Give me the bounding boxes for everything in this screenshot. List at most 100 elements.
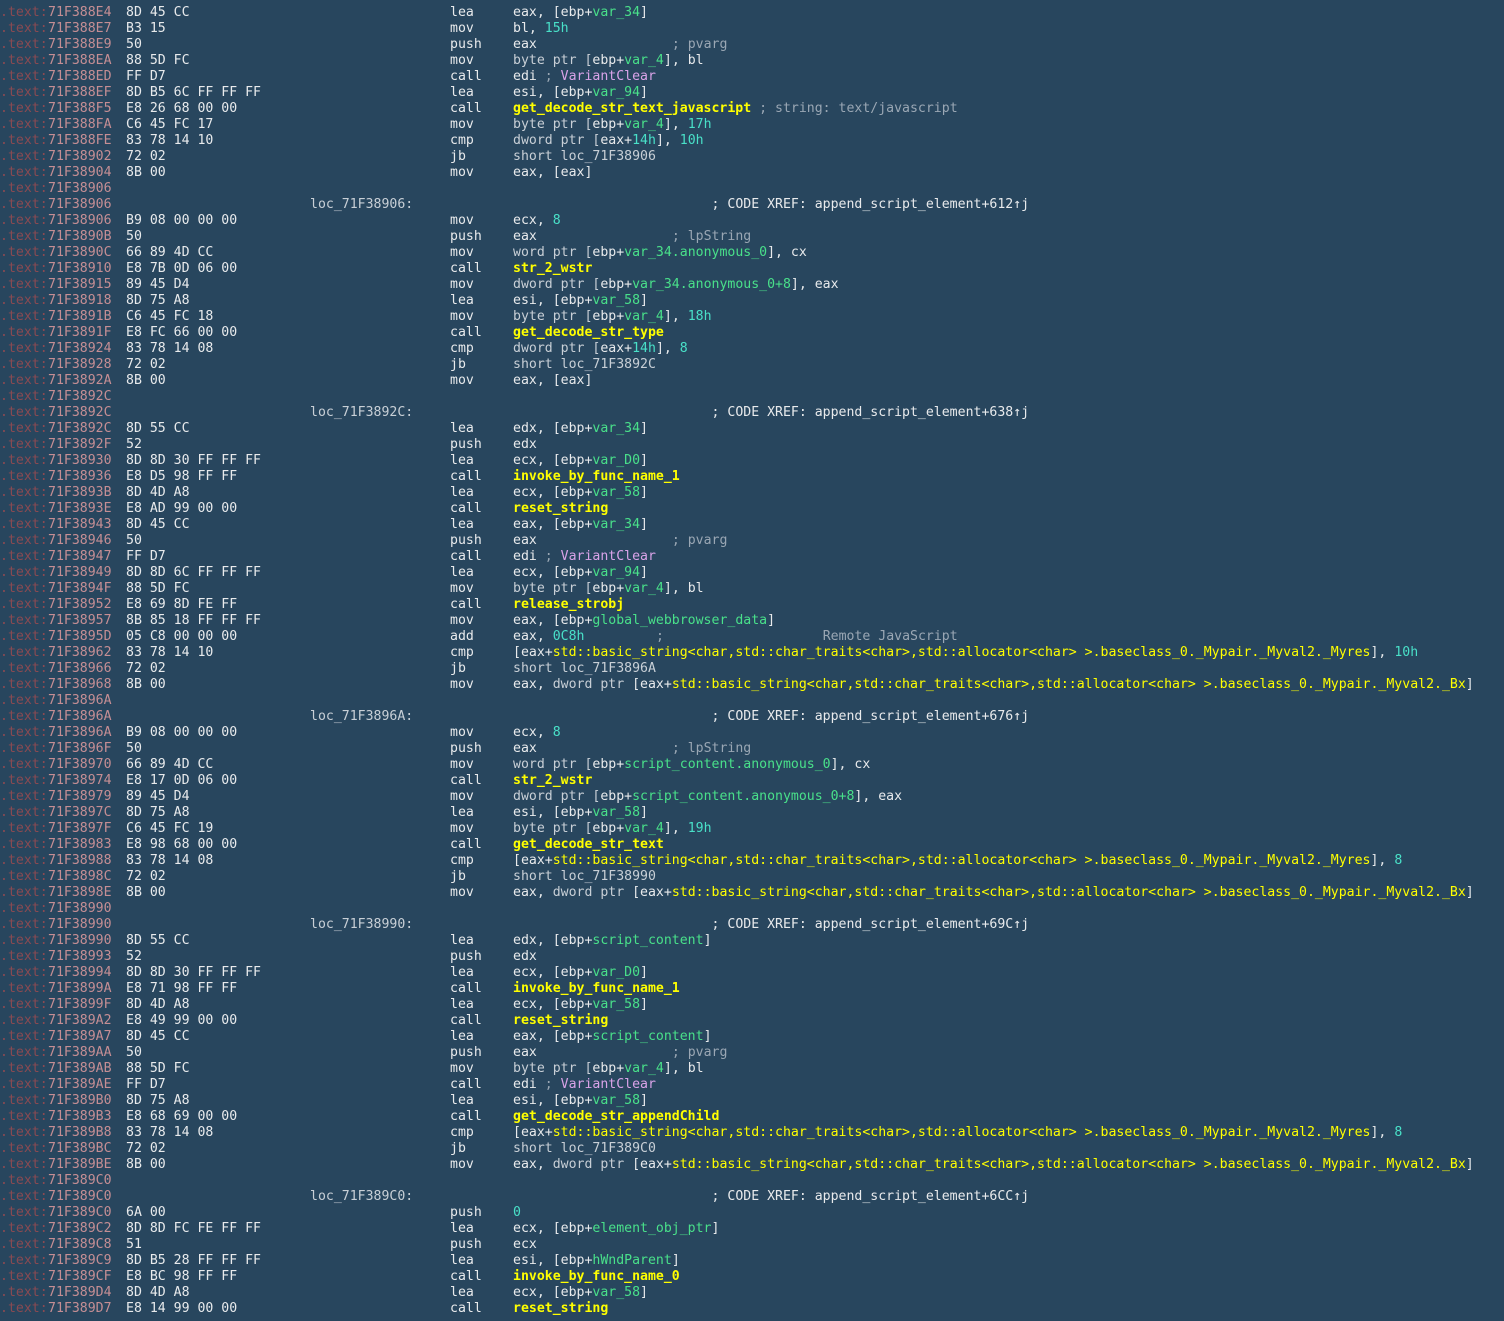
xref-comment[interactable]: ; CODE XREF: append_script_element+612↑j xyxy=(712,197,1030,212)
stack-variable[interactable]: script_content.anonymous_0 xyxy=(624,757,830,772)
address[interactable]: 71F38910 xyxy=(48,261,126,277)
disasm-line[interactable]: .text:71F389C06A 00push0 xyxy=(0,1205,1504,1221)
code-label[interactable]: loc_71F3896A: xyxy=(310,709,450,725)
function-reference[interactable]: release_strobj xyxy=(513,597,624,612)
disasm-line[interactable]: .text:71F3899F8D 4D A8leaecx, [ebp+var_5… xyxy=(0,997,1504,1013)
stack-variable[interactable]: element_obj_ptr xyxy=(592,1221,711,1236)
struct-field-reference[interactable]: std::basic_string<char,std::char_traits<… xyxy=(672,1157,1466,1172)
address[interactable]: 71F3891F xyxy=(48,325,126,341)
disasm-line[interactable]: .text:71F389908D 55 CCleaedx, [ebp+scrip… xyxy=(0,933,1504,949)
address[interactable]: 71F38970 xyxy=(48,757,126,773)
disasm-line[interactable]: .text:71F389048B 00moveax, [eax] xyxy=(0,165,1504,181)
address[interactable]: 71F3897F xyxy=(48,821,126,837)
stack-variable[interactable]: var_D0 xyxy=(592,965,640,980)
disasm-line[interactable]: .text:71F3898883 78 14 08cmp[eax+std::ba… xyxy=(0,853,1504,869)
disasm-line[interactable]: .text:71F3896283 78 14 10cmp[eax+std::ba… xyxy=(0,645,1504,661)
disasm-line[interactable]: .text:71F3892Cloc_71F3892C: ; CODE XREF:… xyxy=(0,405,1504,421)
disasm-line[interactable]: .text:71F3890B50pusheax ; lpString xyxy=(0,229,1504,245)
struct-field-reference[interactable]: std::basic_string<char,std::char_traits<… xyxy=(553,853,1371,868)
stack-variable[interactable]: var_34 xyxy=(592,517,640,532)
address[interactable]: 71F389C0 xyxy=(48,1173,126,1189)
stack-variable[interactable]: var_58 xyxy=(592,805,640,820)
stack-variable[interactable]: var_58 xyxy=(592,1093,640,1108)
address[interactable]: 71F3896A xyxy=(48,709,126,725)
function-reference[interactable]: get_decode_str_text_javascript xyxy=(513,101,751,116)
disasm-line[interactable]: .text:71F38974E8 17 0D 06 00callstr_2_ws… xyxy=(0,773,1504,789)
address[interactable]: 71F38906 xyxy=(48,181,126,197)
address[interactable]: 71F389C9 xyxy=(48,1253,126,1269)
disassembly-view[interactable]: .text:71F388E48D 45 CCleaeax, [ebp+var_3… xyxy=(0,0,1504,1321)
disasm-line[interactable]: .text:71F388FE83 78 14 10cmpdword ptr [e… xyxy=(0,133,1504,149)
function-reference[interactable]: str_2_wstr xyxy=(513,261,592,276)
disasm-line[interactable]: .text:71F3891589 45 D4movdword ptr [ebp+… xyxy=(0,277,1504,293)
struct-field-reference[interactable]: std::basic_string<char,std::char_traits<… xyxy=(672,885,1466,900)
address[interactable]: 71F38994 xyxy=(48,965,126,981)
function-reference[interactable]: invoke_by_func_name_1 xyxy=(513,469,680,484)
disasm-line[interactable]: .text:71F3892C xyxy=(0,389,1504,405)
address[interactable]: 71F38928 xyxy=(48,357,126,373)
disasm-line[interactable]: .text:71F3899AE8 71 98 FF FFcallinvoke_b… xyxy=(0,981,1504,997)
address[interactable]: 71F389BC xyxy=(48,1141,126,1157)
function-reference[interactable]: reset_string xyxy=(513,501,608,516)
disasm-line[interactable]: .text:71F3891FE8 FC 66 00 00callget_deco… xyxy=(0,325,1504,341)
function-reference[interactable]: str_2_wstr xyxy=(513,773,592,788)
address[interactable]: 71F389B3 xyxy=(48,1109,126,1125)
disasm-line[interactable]: .text:71F38990loc_71F38990: ; CODE XREF:… xyxy=(0,917,1504,933)
stack-variable[interactable]: var_4 xyxy=(624,1061,664,1076)
address[interactable]: 71F38936 xyxy=(48,469,126,485)
address[interactable]: 71F388E9 xyxy=(48,37,126,53)
xref-comment[interactable]: ; CODE XREF: append_script_element+6CC↑j xyxy=(712,1189,1030,1204)
stack-variable[interactable]: var_4 xyxy=(624,53,664,68)
xref-comment[interactable]: ; CODE XREF: append_script_element+638↑j xyxy=(712,405,1030,420)
disasm-line[interactable]: .text:71F389C0loc_71F389C0: ; CODE XREF:… xyxy=(0,1189,1504,1205)
address[interactable]: 71F3896F xyxy=(48,741,126,757)
address[interactable]: 71F38966 xyxy=(48,661,126,677)
disasm-line[interactable]: .text:71F389498D 8D 6C FF FF FFleaecx, [… xyxy=(0,565,1504,581)
stack-variable[interactable]: var_94 xyxy=(592,565,640,580)
disasm-line[interactable]: .text:71F3897C8D 75 A8leaesi, [ebp+var_5… xyxy=(0,805,1504,821)
disasm-line[interactable]: .text:71F389AEFF D7calledi ; VariantClea… xyxy=(0,1077,1504,1093)
disasm-line[interactable]: .text:71F3898C72 02jbshort loc_71F38990 xyxy=(0,869,1504,885)
disasm-line[interactable]: .text:71F3896672 02jbshort loc_71F3896A xyxy=(0,661,1504,677)
disasm-line[interactable]: .text:71F389A2E8 49 99 00 00callreset_st… xyxy=(0,1013,1504,1029)
disasm-line[interactable]: .text:71F38906B9 08 00 00 00movecx, 8 xyxy=(0,213,1504,229)
stack-variable[interactable]: var_34.anonymous_0 xyxy=(624,245,767,260)
address[interactable]: 71F38990 xyxy=(48,917,126,933)
xref-comment[interactable]: ; CODE XREF: append_script_element+676↑j xyxy=(712,709,1030,724)
address[interactable]: 71F38968 xyxy=(48,677,126,693)
disasm-line[interactable]: .text:71F389578B 85 18 FF FF FFmoveax, [… xyxy=(0,613,1504,629)
stack-variable[interactable]: var_58 xyxy=(592,1285,640,1300)
disasm-line[interactable]: .text:71F38936E8 D5 98 FF FFcallinvoke_b… xyxy=(0,469,1504,485)
disasm-line[interactable]: .text:71F38906loc_71F38906: ; CODE XREF:… xyxy=(0,197,1504,213)
disasm-line[interactable]: .text:71F389B883 78 14 08cmp[eax+std::ba… xyxy=(0,1125,1504,1141)
function-reference[interactable]: invoke_by_func_name_1 xyxy=(513,981,680,996)
disasm-line[interactable]: .text:71F388E48D 45 CCleaeax, [ebp+var_3… xyxy=(0,5,1504,21)
address[interactable]: 71F389B0 xyxy=(48,1093,126,1109)
address[interactable]: 71F38990 xyxy=(48,933,126,949)
disasm-line[interactable]: .text:71F3890C66 89 4D CCmovword ptr [eb… xyxy=(0,245,1504,261)
stack-variable[interactable]: hWndParent xyxy=(592,1253,671,1268)
address[interactable]: 71F38988 xyxy=(48,853,126,869)
disasm-line[interactable]: .text:71F389B3E8 68 69 00 00callget_deco… xyxy=(0,1109,1504,1125)
address[interactable]: 71F38947 xyxy=(48,549,126,565)
address[interactable]: 71F3895D xyxy=(48,629,126,645)
disasm-line[interactable]: .text:71F389BE8B 00moveax, dword ptr [ea… xyxy=(0,1157,1504,1173)
disasm-line[interactable]: .text:71F3893EE8 AD 99 00 00callreset_st… xyxy=(0,501,1504,517)
disasm-line[interactable]: .text:71F3898E8B 00moveax, dword ptr [ea… xyxy=(0,885,1504,901)
stack-variable[interactable]: var_34.anonymous_0+8 xyxy=(632,277,791,292)
address[interactable]: 71F38993 xyxy=(48,949,126,965)
address[interactable]: 71F38924 xyxy=(48,341,126,357)
address[interactable]: 71F38918 xyxy=(48,293,126,309)
address[interactable]: 71F3897C xyxy=(48,805,126,821)
address[interactable]: 71F3896A xyxy=(48,693,126,709)
address[interactable]: 71F38906 xyxy=(48,213,126,229)
disasm-line[interactable]: .text:71F389948D 8D 30 FF FF FFleaecx, [… xyxy=(0,965,1504,981)
disasm-line[interactable]: .text:71F388EF8D B5 6C FF FF FFleaesi, [… xyxy=(0,85,1504,101)
disasm-line[interactable]: .text:71F389188D 75 A8leaesi, [ebp+var_5… xyxy=(0,293,1504,309)
stack-variable[interactable]: var_58 xyxy=(592,293,640,308)
disasm-line[interactable]: .text:71F3897989 45 D4movdword ptr [ebp+… xyxy=(0,789,1504,805)
disasm-line[interactable]: .text:71F388E950pusheax ; pvarg xyxy=(0,37,1504,53)
address[interactable]: 71F388ED xyxy=(48,69,126,85)
stack-variable[interactable]: var_4 xyxy=(624,117,664,132)
address[interactable]: 71F389AA xyxy=(48,1045,126,1061)
